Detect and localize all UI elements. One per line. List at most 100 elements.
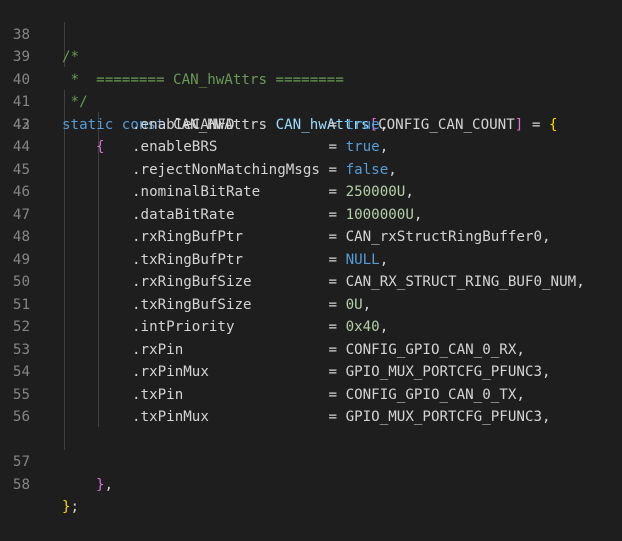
line-number: 51 (12, 296, 30, 313)
field-equals: = (328, 386, 346, 403)
code-line: 38 /* (0, 1, 622, 66)
line-number: 53 (12, 341, 30, 358)
field-equals: = (328, 229, 346, 245)
code-line: 46 .nominalBitRate = 250000U, (0, 181, 622, 204)
field-padding (260, 184, 328, 200)
field-name: .rxPin (132, 341, 184, 358)
code-line: 52 .intPriority = 0x40, (0, 316, 622, 339)
field-value: false (345, 161, 389, 178)
line-number: 44 (12, 139, 30, 155)
field-value: true (345, 139, 380, 155)
code-line: 39 * ======== CAN_hwAttrs ======== (0, 24, 622, 88)
code-line: 44 .enableBRS = true, (0, 136, 622, 159)
field-padding (235, 207, 329, 223)
field-padding (252, 297, 329, 313)
field-value: 1000000U (345, 206, 414, 223)
code-line: 45 .rejectNonMatchingMsgs = false, (0, 159, 622, 182)
code-line: 40 */ (0, 46, 622, 111)
field-padding (183, 387, 328, 403)
field-value: GPIO_MUX_PORTCFG_PFUNC3 (345, 364, 543, 380)
field-value: GPIO_MUX_PORTCFG_PFUNC3 (345, 409, 543, 425)
field-padding (243, 229, 328, 245)
code-line: 53 .rxPin = CONFIG_GPIO_CAN_0_RX, (0, 339, 622, 362)
code-line: 55 .txPin = CONFIG_GPIO_CAN_0_TX, (0, 384, 622, 407)
field-equals: = (328, 274, 346, 290)
field-comma: , (542, 409, 551, 425)
inner-close-comma: , (104, 476, 114, 493)
field-comma: , (379, 139, 389, 155)
field-comma: , (379, 251, 389, 268)
field-padding (183, 342, 328, 358)
field-value: CONFIG_GPIO_CAN_0_RX (345, 341, 517, 358)
field-value: 250000U (345, 184, 406, 200)
code-line: 54 .rxPinMux = GPIO_MUX_PORTCFG_PFUNC3, (0, 361, 622, 384)
code-line: 50 .rxRingBufSize = CAN_RX_STRUCT_RING_BU… (0, 271, 622, 294)
line-number: 49 (12, 251, 30, 268)
field-equals: = (328, 364, 346, 380)
field-name: .txPin (132, 386, 184, 403)
field-padding (235, 319, 329, 335)
semicolon: ; (70, 499, 80, 515)
code-line: 57 }, (0, 429, 622, 493)
code-line: 48 .rxRingBufPtr = CAN_rxStructRingBuffer… (0, 226, 622, 249)
field-equals: = (328, 116, 346, 133)
field-equals: = (328, 184, 346, 200)
field-name: .rxRingBufPtr (132, 229, 244, 245)
field-comma: , (516, 386, 525, 403)
field-name: .enableCANFD (132, 116, 235, 133)
field-comma: , (542, 364, 551, 380)
field-comma: , (379, 319, 389, 335)
line-number: 43 (12, 116, 30, 133)
code-line: 51 .txRingBufSize = 0U, (0, 294, 622, 317)
line-number: 50 (12, 274, 30, 290)
field-value: 0U (345, 296, 363, 313)
field-name: .txRingBufPtr (132, 251, 244, 268)
outer-brace-close: } (62, 499, 71, 515)
field-equals: = (328, 341, 346, 358)
field-name: .rxRingBufSize (132, 274, 252, 290)
field-name: .txPinMux (132, 409, 209, 425)
field-name: .intPriority (132, 319, 235, 335)
field-equals: = (328, 139, 346, 155)
field-comma: , (413, 206, 423, 223)
field-value: CAN_RX_STRUCT_RING_BUF0_NUM (345, 274, 577, 290)
code-line: 42 { (0, 91, 622, 156)
code-line: 41 static const CAN_HWAttrs CAN_hwAttrs[… (0, 69, 622, 133)
field-comma: , (576, 274, 585, 290)
line-number: 55 (12, 386, 30, 403)
field-name: .nominalBitRate (132, 184, 261, 200)
code-line: 49 .txRingBufPtr = NULL, (0, 249, 622, 272)
code-line: 43 .enableCANFD = true, (0, 114, 622, 137)
line-number: 54 (12, 364, 30, 380)
field-comma: , (405, 184, 414, 200)
field-name: .enableBRS (132, 139, 218, 155)
field-comma: , (516, 341, 525, 358)
inner-brace-close: } (96, 476, 105, 493)
line-number: 48 (12, 229, 30, 245)
field-value: 0x40 (345, 319, 380, 335)
code-line: 47 .dataBitRate = 1000000U, (0, 204, 622, 227)
field-value: NULL (345, 251, 380, 268)
field-value: true (345, 116, 380, 133)
line-number: 52 (12, 319, 30, 335)
line-number: 45 (12, 161, 30, 178)
code-line: 56 .txPinMux = GPIO_MUX_PORTCFG_PFUNC3, (0, 406, 622, 429)
field-padding (209, 409, 329, 425)
field-comma: , (388, 161, 397, 178)
field-equals: = (328, 206, 346, 223)
field-comma: , (379, 116, 389, 133)
field-equals: = (328, 251, 346, 268)
field-value: CAN_rxStructRingBuffer0 (345, 229, 543, 245)
field-padding (217, 139, 328, 155)
field-name: .txRingBufSize (132, 296, 252, 313)
field-equals: = (328, 296, 346, 313)
field-padding (235, 117, 329, 133)
line-number: 47 (12, 206, 30, 223)
field-comma: , (362, 296, 372, 313)
line-number: 56 (12, 409, 30, 425)
code-line: 58 }; (0, 451, 622, 516)
line-number: 46 (12, 184, 30, 200)
code-editor[interactable]: 38 /* 39 * ======== CAN_hwAttrs ========… (0, 0, 622, 516)
field-padding (252, 274, 329, 290)
field-padding (243, 252, 328, 268)
